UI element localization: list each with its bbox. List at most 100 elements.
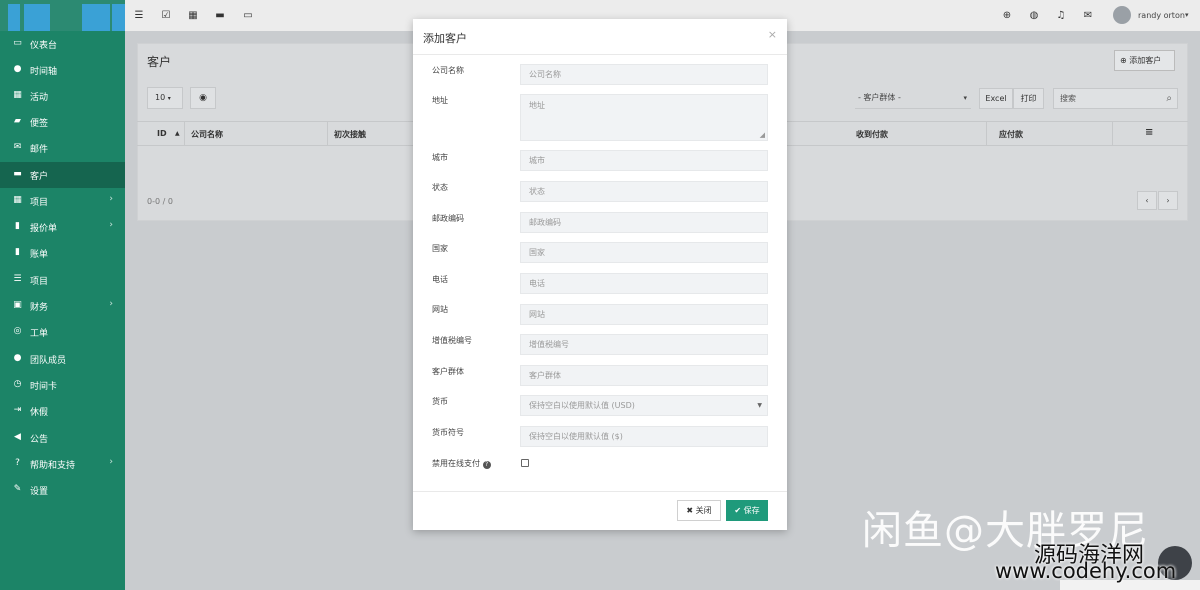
wrench-icon: ✎ <box>13 484 22 494</box>
phone-label: 电话 <box>432 275 448 284</box>
state-input[interactable]: 状态 <box>520 181 768 202</box>
currency-symbol-input[interactable]: 保持空白以使用默认值 ($) <box>520 426 768 447</box>
chevron-right-icon: › <box>109 194 113 204</box>
logo[interactable] <box>0 0 125 31</box>
address-textarea[interactable]: 地址 ◢ <box>520 94 768 141</box>
sidebar-item[interactable]: ◎ 工单 <box>0 319 125 345</box>
user-name[interactable]: randy orton <box>1138 11 1185 20</box>
sidebar-item[interactable]: ● 团队成员 <box>0 346 125 372</box>
vat-number-input[interactable]: 增值税编号 <box>520 334 768 355</box>
sidebar-item[interactable]: ☰ 项目 <box>0 267 125 293</box>
sidebar-item[interactable]: ● 时间轴 <box>0 57 125 83</box>
company-name-label: 公司名称 <box>432 66 464 75</box>
sidebar-item[interactable]: ▭ 仪表台 <box>0 31 125 57</box>
plus-circle-icon: ⊕ <box>1120 56 1127 65</box>
sidebar-item[interactable]: ◷ 时间卡 <box>0 372 125 398</box>
sidebar-item[interactable]: ? 帮助和支持 › <box>0 451 125 477</box>
column-visibility-button[interactable]: ◉ <box>190 87 216 109</box>
sidebar-item[interactable]: ✉ 邮件 <box>0 135 125 161</box>
add-client-modal: 添加客户 × 公司名称 公司名称 地址 地址 ◢ 城市 城市 状态 状态 邮政编码… <box>413 19 787 530</box>
next-page-button[interactable]: › <box>1158 191 1178 210</box>
sidebar-item[interactable]: ✎ 设置 <box>0 477 125 503</box>
address-placeholder: 地址 <box>529 101 545 110</box>
sort-icon[interactable]: ▲ <box>175 130 180 137</box>
sidebar-item[interactable]: ▬ 客户 <box>0 162 125 188</box>
column-header-id[interactable]: ID <box>157 129 167 138</box>
file-text-icon: ▮ <box>15 247 20 257</box>
prev-page-button[interactable]: ‹ <box>1137 191 1157 210</box>
sidebar-item[interactable]: ⇥ 休假 <box>0 398 125 424</box>
briefcase-icon[interactable]: ▬ <box>214 10 226 22</box>
resize-handle-icon[interactable]: ◢ <box>760 131 765 139</box>
close-button-label: 关闭 <box>695 506 712 515</box>
envelope-icon: ✉ <box>13 142 22 152</box>
grid-icon[interactable]: ▦ <box>187 10 199 22</box>
website-input[interactable]: 网站 <box>520 304 768 325</box>
plus-circle-icon[interactable]: ⊕ <box>1001 10 1013 22</box>
page-size-value: 10 <box>155 93 166 102</box>
client-group-filter[interactable]: - 客户群体 - ▾ <box>855 88 971 109</box>
address-label: 地址 <box>432 96 448 105</box>
page-size-select[interactable]: 10 ▾ <box>147 87 183 109</box>
list-icon[interactable]: ☰ <box>133 10 145 22</box>
client-group-input[interactable]: 客户群体 <box>520 365 768 386</box>
sidebar-item-label: 时间轴 <box>30 67 58 77</box>
sidebar-item-label: 工单 <box>30 329 49 339</box>
column-header-company[interactable]: 公司名称 <box>191 129 223 140</box>
print-button[interactable]: 打印 <box>1013 88 1044 109</box>
city-label: 城市 <box>432 153 448 162</box>
sidebar: ▭ 仪表台 ● 时间轴 ▦ 活动 ▰ 便签 ✉ 邮件 ▬ 客户 ▦ 项目 › ▮ 报价单 › ▮ 账单 ☰ 项目 ▣ 财务 › ◎… <box>0 31 125 590</box>
currency-placeholder: 保持空白以使用默认值 (USD) <box>529 401 635 410</box>
book-icon: ▰ <box>14 116 21 126</box>
disable-online-payment-label: 禁用在线支付 ? <box>432 458 491 469</box>
sidebar-item[interactable]: ▦ 项目 › <box>0 188 125 214</box>
client-group-label: 客户群体 <box>432 367 464 376</box>
divider <box>413 491 787 492</box>
search-input[interactable]: 搜索 ⌕ <box>1053 88 1178 109</box>
bell-icon[interactable]: ♫ <box>1055 10 1067 22</box>
sidebar-item[interactable]: ▮ 账单 <box>0 240 125 266</box>
column-header-payment-received[interactable]: 收到付款 <box>856 129 888 140</box>
chevron-down-icon[interactable]: ▾ <box>1185 11 1189 19</box>
zip-input[interactable]: 邮政编码 <box>520 212 768 233</box>
sidebar-item[interactable]: ▦ 活动 <box>0 83 125 109</box>
avatar[interactable] <box>1113 6 1131 24</box>
city-input[interactable]: 城市 <box>520 150 768 171</box>
monitor-icon[interactable]: ▭ <box>242 10 254 22</box>
sidebar-item-label: 便签 <box>30 119 49 129</box>
website-label: 网站 <box>432 305 448 314</box>
disable-online-payment-checkbox[interactable] <box>521 459 529 467</box>
search-placeholder: 搜索 <box>1060 94 1076 103</box>
state-label: 状态 <box>432 183 448 192</box>
disable-online-payment-text: 禁用在线支付 <box>432 459 480 468</box>
checkbox-icon[interactable]: ☑ <box>160 10 172 22</box>
help-icon[interactable]: ? <box>482 461 491 469</box>
chevron-right-icon: › <box>109 457 113 467</box>
briefcase-icon: ▬ <box>13 169 22 179</box>
bullhorn-icon: ◀ <box>14 432 21 442</box>
sidebar-item[interactable]: ▣ 财务 › <box>0 293 125 319</box>
company-name-input[interactable]: 公司名称 <box>520 64 768 85</box>
column-menu-icon[interactable]: ≡ <box>1145 127 1153 138</box>
eye-icon: ◉ <box>199 93 207 103</box>
globe-icon[interactable]: ◍ <box>1028 10 1040 22</box>
currency-select[interactable]: 保持空白以使用默认值 (USD) ▼ <box>520 395 768 416</box>
comments-icon: ● <box>13 64 22 74</box>
sidebar-item[interactable]: ◀ 公告 <box>0 425 125 451</box>
sidebar-item[interactable]: ▮ 报价单 › <box>0 214 125 240</box>
mail-icon[interactable]: ✉ <box>1082 10 1094 22</box>
sidebar-item-label: 项目 <box>30 198 49 208</box>
close-icon[interactable]: × <box>768 28 777 41</box>
vat-number-label: 增值税编号 <box>432 336 472 345</box>
sidebar-item[interactable]: ▰ 便签 <box>0 109 125 135</box>
phone-input[interactable]: 电话 <box>520 273 768 294</box>
column-header-due[interactable]: 应付款 <box>999 129 1023 140</box>
save-button[interactable]: ✔ 保存 <box>726 500 768 521</box>
close-button[interactable]: ✖ 关闭 <box>677 500 721 521</box>
question-circle-icon: ? <box>15 458 20 468</box>
column-header-first-contact[interactable]: 初次接触 <box>334 129 366 140</box>
excel-button[interactable]: Excel <box>979 88 1013 109</box>
add-client-button[interactable]: ⊕ 添加客户 <box>1114 50 1175 71</box>
country-input[interactable]: 国家 <box>520 242 768 263</box>
search-icon: ⌕ <box>1166 93 1172 104</box>
